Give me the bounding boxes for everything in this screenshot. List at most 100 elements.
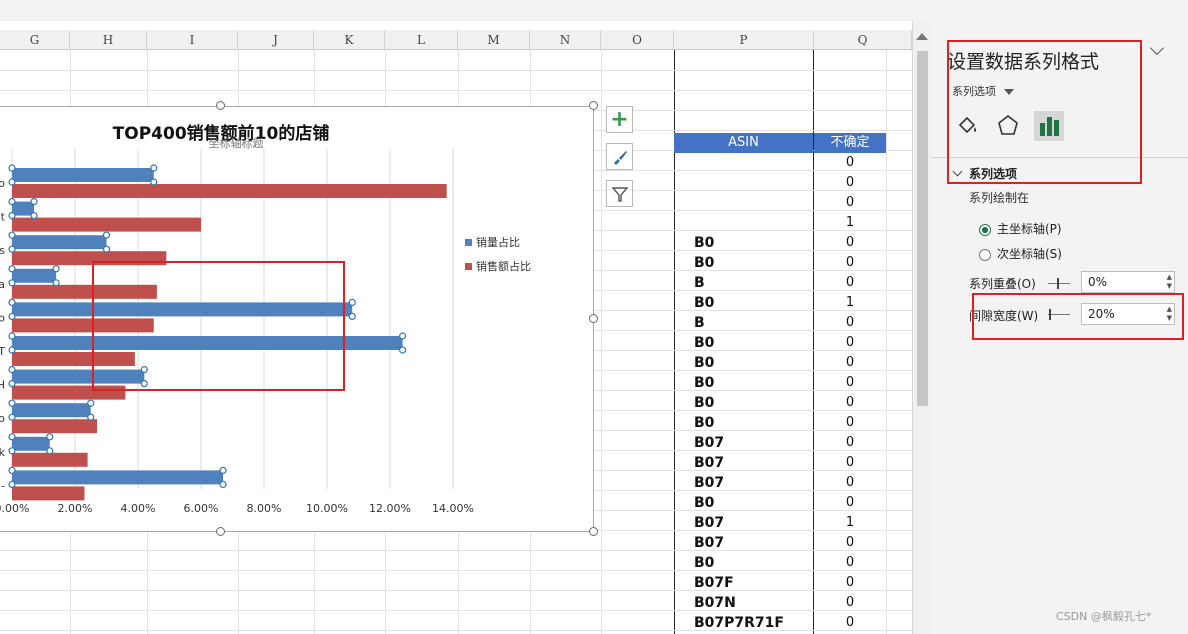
asin-cell[interactable]: B0 [674, 333, 813, 353]
uncertain-cell[interactable]: 0 [814, 493, 886, 513]
selection-marker [8, 433, 16, 441]
uncertain-cell[interactable]: 0 [814, 393, 886, 413]
asin-cell[interactable] [674, 173, 813, 193]
category-label: T [0, 345, 5, 358]
selection-marker [8, 197, 16, 206]
selection-marker [8, 399, 16, 407]
asin-cell[interactable] [674, 193, 813, 213]
spin-arrows-icon[interactable]: ▲ ▼ [1167, 273, 1172, 291]
asin-cell[interactable]: B0 [674, 293, 813, 313]
chart-filters-button[interactable] [606, 180, 633, 207]
uncertain-cell[interactable]: 0 [814, 313, 886, 333]
selection-marker [52, 265, 60, 273]
asin-cell[interactable]: B0 [674, 373, 813, 393]
uncertain-cell[interactable]: 0 [814, 433, 886, 453]
pane-collapse-chevron-icon[interactable] [1149, 40, 1165, 56]
uncertain-cell[interactable]: 0 [814, 553, 886, 573]
asin-cell[interactable]: B07F [674, 573, 813, 593]
selection-marker [8, 178, 16, 186]
asin-cell[interactable]: B [674, 313, 813, 333]
uncertain-cell[interactable]: 0 [814, 573, 886, 593]
column-header-o[interactable]: O [601, 30, 674, 50]
uncertain-cell[interactable]: 0 [814, 373, 886, 393]
asin-cell[interactable]: B0 [674, 413, 813, 433]
asin-cell[interactable]: B0 [674, 253, 813, 273]
resize-handle-bottom-right[interactable] [589, 527, 598, 536]
scroll-up-arrow[interactable] [916, 33, 928, 40]
uncertain-cell[interactable]: 0 [814, 413, 886, 433]
uncertain-cell[interactable]: 0 [814, 173, 886, 193]
asin-cell[interactable]: B07 [674, 513, 813, 533]
worksheet[interactable]: G H I J K L M N O P Q TOP400销售额前10的店铺 坐标轴… [0, 21, 912, 634]
uncertain-cell[interactable]: 0 [814, 333, 886, 353]
category-label: k [0, 446, 6, 459]
column-header-g[interactable]: G [0, 30, 70, 50]
uncertain-cell[interactable]: 1 [814, 213, 886, 233]
asin-cell[interactable]: B07 [674, 433, 813, 453]
asin-cell[interactable] [674, 153, 813, 173]
uncertain-cell[interactable]: 0 [814, 153, 886, 173]
resize-handle-top-right[interactable] [589, 101, 598, 110]
uncertain-cell[interactable]: 0 [814, 353, 886, 373]
x-tick-label: 0.00% [0, 502, 29, 515]
asin-cell[interactable]: B07 [674, 453, 813, 473]
table-header-uncertain[interactable]: 不确定 [814, 133, 886, 153]
legend-swatch-sales-revenue [465, 263, 472, 270]
column-header-h[interactable]: H [70, 30, 147, 50]
asin-cell[interactable]: B0 [674, 393, 813, 413]
column-header-k[interactable]: K [314, 30, 385, 50]
asin-cell[interactable]: B [674, 273, 813, 293]
table-header-asin[interactable]: ASIN [674, 133, 813, 153]
gridline [0, 70, 912, 71]
resize-handle-right[interactable] [589, 314, 598, 323]
selection-marker [8, 346, 16, 354]
primary-axis-option[interactable]: 主坐标轴(P) [979, 220, 1062, 237]
uncertain-cell[interactable]: 0 [814, 193, 886, 213]
asin-cell[interactable]: B07 [674, 473, 813, 493]
asin-cell[interactable]: B0 [674, 553, 813, 573]
vertical-scrollbar[interactable] [912, 21, 933, 634]
uncertain-cell[interactable]: 1 [814, 293, 886, 313]
overlap-input[interactable]: 0% ▲ ▼ [1081, 271, 1175, 293]
slider-thumb[interactable] [1057, 278, 1059, 289]
column-header-i[interactable]: I [147, 30, 238, 50]
secondary-axis-option[interactable]: 次坐标轴(S) [979, 245, 1062, 262]
chart-styles-button[interactable] [606, 143, 633, 170]
asin-cell[interactable]: B0 [674, 233, 813, 253]
uncertain-cell[interactable]: 1 [814, 513, 886, 533]
overlap-slider[interactable] [1048, 278, 1070, 289]
chart-elements-button[interactable]: + [606, 106, 633, 133]
column-header-l[interactable]: L [385, 30, 458, 50]
selection-marker [52, 279, 60, 287]
uncertain-cell[interactable]: 0 [814, 593, 886, 613]
asin-cell[interactable]: B0 [674, 353, 813, 373]
uncertain-cell[interactable]: 0 [814, 253, 886, 273]
uncertain-cell[interactable]: 0 [814, 233, 886, 253]
asin-cell[interactable] [674, 213, 813, 233]
asin-cell[interactable]: B0 [674, 493, 813, 513]
asin-cell[interactable]: B07P7R71F [674, 613, 813, 633]
category-label: - [1, 479, 5, 492]
uncertain-cell[interactable]: 0 [814, 473, 886, 493]
selection-marker [348, 312, 356, 320]
resize-handle-top[interactable] [216, 101, 225, 110]
column-header-m[interactable]: M [458, 30, 530, 50]
bar-sales-volume-share [12, 403, 91, 418]
resize-handle-bottom[interactable] [216, 527, 225, 536]
gridline [601, 50, 602, 634]
column-header-n[interactable]: N [530, 30, 601, 50]
uncertain-cell[interactable]: 0 [814, 533, 886, 553]
asin-cell[interactable]: B07 [674, 533, 813, 553]
column-header-p[interactable]: P [674, 30, 814, 50]
bar-sales-volume-share [12, 436, 50, 451]
uncertain-cell[interactable]: 0 [814, 613, 886, 633]
highlight-box-pane-header [947, 40, 1142, 184]
column-header-j[interactable]: J [238, 30, 314, 50]
uncertain-cell[interactable]: 0 [814, 453, 886, 473]
column-header-q[interactable]: Q [814, 30, 912, 50]
asin-cell[interactable]: B07N [674, 593, 813, 613]
uncertain-cell[interactable]: 0 [814, 273, 886, 293]
scroll-thumb[interactable] [917, 51, 928, 406]
selection-marker [8, 164, 16, 172]
x-tick-label: 10.00% [306, 502, 348, 515]
